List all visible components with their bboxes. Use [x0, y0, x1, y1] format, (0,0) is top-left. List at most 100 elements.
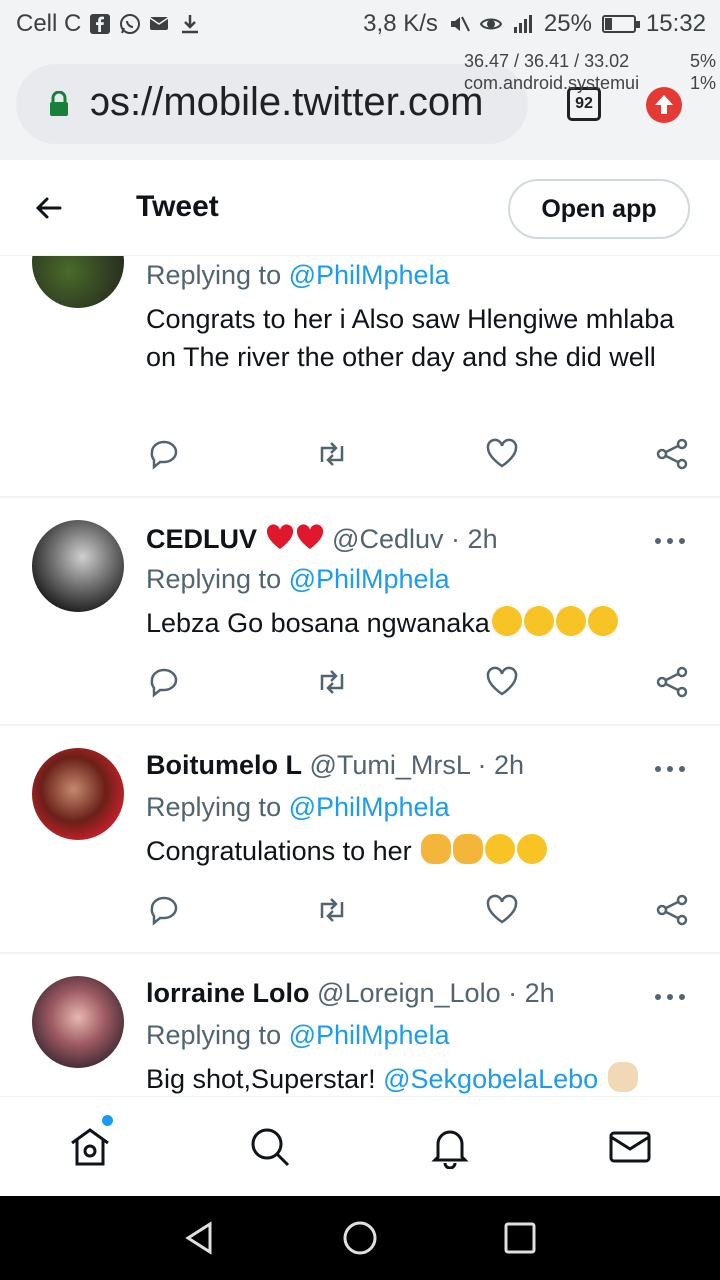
lock-icon	[50, 91, 68, 116]
tweet-time[interactable]: 2h	[525, 978, 555, 1008]
text-mention-link[interactable]: @SekgobelaLebo	[383, 1064, 598, 1094]
author-name[interactable]: CEDLUV	[146, 524, 257, 554]
tweet-actions	[146, 664, 706, 704]
author-handle: @Tumi_MrsL	[309, 750, 470, 780]
tab-switcher-button[interactable]: 92	[567, 87, 601, 121]
open-app-button[interactable]: Open app	[508, 179, 690, 239]
raising-hands-emoji	[607, 1062, 638, 1092]
heart-emoji	[296, 524, 323, 549]
avatar[interactable]	[32, 520, 124, 612]
search-icon[interactable]	[248, 1125, 292, 1169]
avatar[interactable]	[32, 256, 124, 308]
notifications-icon[interactable]	[428, 1125, 472, 1169]
page-title: Tweet	[136, 190, 219, 223]
message-icon	[149, 17, 169, 30]
more-options-icon[interactable]	[652, 536, 688, 546]
replying-to: Replying to @PhilMphela	[146, 1020, 450, 1050]
like-icon[interactable]	[484, 436, 520, 472]
avatar[interactable]	[32, 976, 124, 1068]
back-icon[interactable]	[182, 1220, 218, 1256]
tweet-author-row: lorraine Lolo @Loreign_Lolo · 2h	[146, 978, 555, 1009]
reply-icon[interactable]	[146, 892, 182, 928]
tweet-text: Lebza Go bosana ngwanaka	[146, 604, 696, 642]
download-icon	[182, 15, 199, 34]
replying-to: Replying to @PhilMphela	[146, 792, 450, 822]
battery-icon	[601, 15, 640, 33]
eye-icon	[479, 18, 502, 30]
reply-mention-link[interactable]: @PhilMphela	[289, 1020, 450, 1050]
avatar[interactable]	[32, 748, 124, 840]
like-icon[interactable]	[484, 892, 520, 928]
recents-icon[interactable]	[502, 1220, 538, 1256]
home-circle-icon[interactable]	[342, 1220, 378, 1256]
grinning-emoji	[491, 606, 522, 636]
more-options-icon[interactable]	[652, 764, 688, 774]
party-face-emoji	[517, 834, 548, 864]
tweet-item[interactable]: Replying to @PhilMphela Congrats to her …	[0, 256, 720, 498]
tweet-text: Congratulations to her	[146, 832, 696, 870]
tweet-time[interactable]: 2h	[468, 524, 498, 554]
replying-to: Replying to @PhilMphela	[146, 564, 450, 594]
separator-dot: ·	[477, 750, 487, 780]
author-name[interactable]: lorraine Lolo	[146, 978, 310, 1008]
separator-dot: ·	[451, 524, 461, 554]
bottom-navigation	[0, 1096, 720, 1196]
reply-icon[interactable]	[146, 664, 182, 700]
author-name[interactable]: Boitumelo L	[146, 750, 302, 780]
replying-to: Replying to @PhilMphela	[146, 260, 450, 290]
share-icon[interactable]	[654, 436, 690, 472]
replies-feed[interactable]: Replying to @PhilMphela Congrats to her …	[0, 256, 720, 1096]
clapping-emoji	[421, 834, 452, 864]
reply-icon[interactable]	[146, 436, 182, 472]
heart-emoji	[266, 524, 293, 549]
back-arrow-icon[interactable]	[30, 190, 66, 226]
home-notification-dot	[102, 1115, 113, 1126]
separator-dot: ·	[508, 978, 518, 1008]
tweet-item[interactable]: CEDLUV @Cedluv · 2h Replying to @PhilMph…	[0, 498, 720, 726]
url-text: ɔs://mobile.twitter.com	[90, 80, 484, 124]
author-handle: @Loreign_Lolo	[317, 978, 501, 1008]
tweet-text: Congrats to her i Also saw Hlengiwe mhla…	[146, 304, 675, 372]
address-bar[interactable]: ɔs://mobile.twitter.com	[16, 64, 528, 144]
whatsapp-icon	[120, 14, 141, 34]
author-handle: @Cedluv	[332, 524, 444, 554]
system-navigation-bar	[0, 1196, 720, 1280]
grinning-emoji	[523, 606, 554, 636]
tweet-author-row: CEDLUV @Cedluv · 2h	[146, 522, 498, 555]
retweet-icon[interactable]	[314, 892, 350, 928]
network-speed: 3,8 K/s	[363, 10, 438, 37]
reply-mention-link[interactable]: @PhilMphela	[289, 792, 450, 822]
battery-percent: 25%	[543, 10, 592, 37]
home-icon[interactable]	[68, 1125, 112, 1169]
browser-toolbar: ɔs://mobile.twitter.com 92	[0, 50, 720, 160]
clapping-emoji	[453, 834, 484, 864]
retweet-icon[interactable]	[314, 436, 350, 472]
tweet-author-row: Boitumelo L @Tumi_MrsL · 2h	[146, 750, 524, 781]
mute-icon	[450, 16, 470, 32]
messages-icon[interactable]	[608, 1125, 652, 1169]
carrier-label: Cell C	[16, 10, 82, 37]
status-bar: Cell C 3,8 K/s 25% 15:32	[0, 0, 720, 50]
grinning-emoji	[587, 606, 618, 636]
tweet-time[interactable]: 2h	[494, 750, 524, 780]
share-icon[interactable]	[654, 664, 690, 700]
facebook-icon	[90, 14, 111, 34]
like-icon[interactable]	[484, 664, 520, 700]
reply-mention-link[interactable]: @PhilMphela	[289, 564, 450, 594]
grinning-emoji	[555, 606, 586, 636]
tweet-item[interactable]: lorraine Lolo @Loreign_Lolo · 2h Replyin…	[0, 954, 720, 1096]
share-icon[interactable]	[654, 892, 690, 928]
tweet-actions	[146, 892, 706, 932]
tweet-text: Big shot,Superstar! @SekgobelaLebo	[146, 1060, 696, 1096]
signal-icon	[513, 15, 532, 33]
tweet-item[interactable]: Boitumelo L @Tumi_MrsL · 2h Replying to …	[0, 726, 720, 954]
upload-button[interactable]	[646, 87, 682, 123]
party-face-emoji	[485, 834, 516, 864]
page-header: Tweet Open app	[0, 160, 720, 256]
reply-mention-link[interactable]: @PhilMphela	[289, 260, 450, 290]
arrow-up-icon	[655, 95, 673, 114]
retweet-icon[interactable]	[314, 664, 350, 700]
clock: 15:32	[645, 10, 706, 37]
more-options-icon[interactable]	[652, 992, 688, 1002]
tweet-actions	[146, 436, 706, 476]
